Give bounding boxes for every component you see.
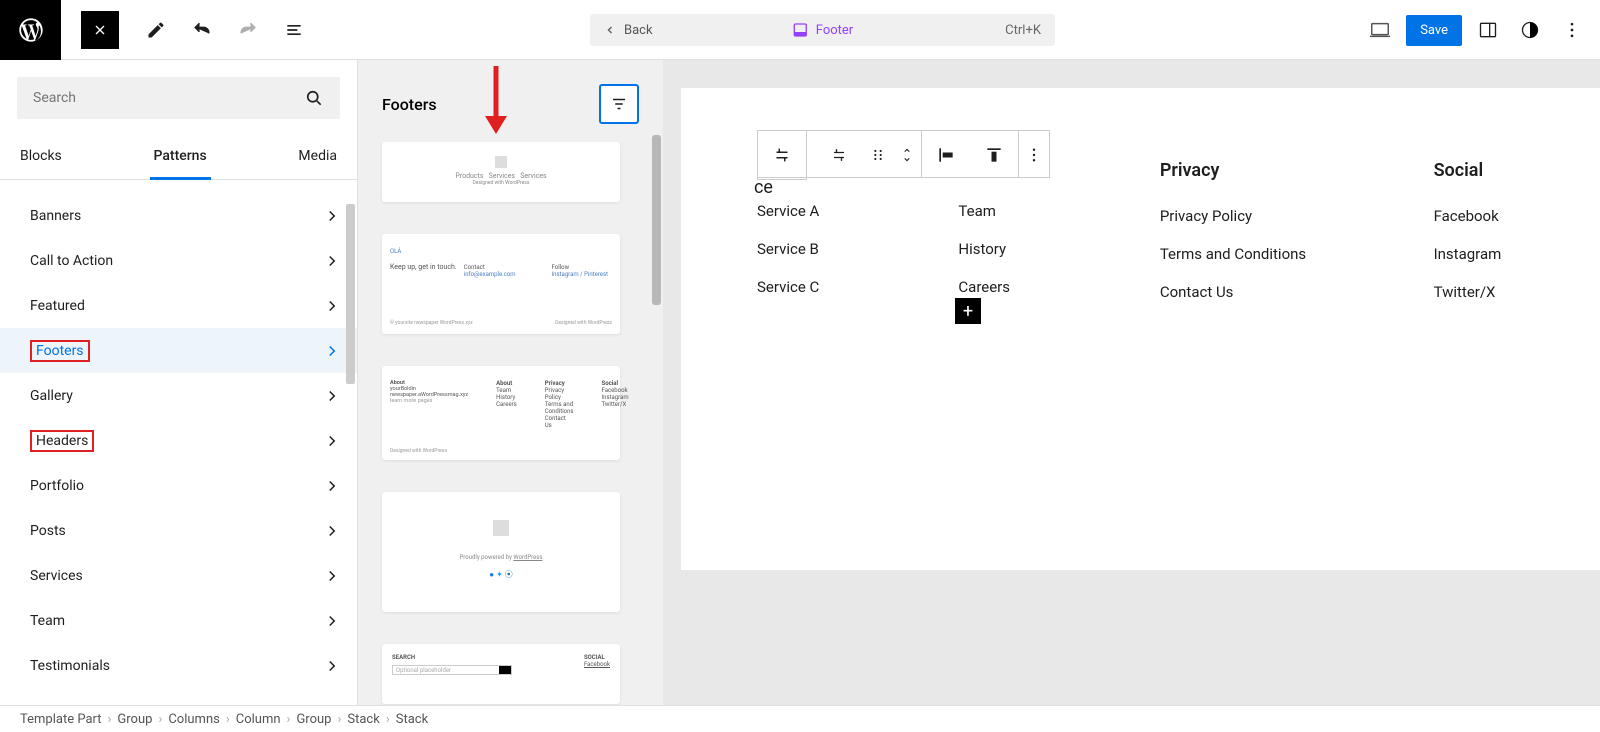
footer-section-icon xyxy=(792,22,808,38)
filter-icon xyxy=(610,95,628,113)
chevron-right-icon xyxy=(323,297,341,315)
drag-handle-icon[interactable] xyxy=(863,131,893,179)
bc-item[interactable]: Column xyxy=(236,712,281,727)
wordpress-logo[interactable] xyxy=(0,0,61,60)
chevron-right-icon xyxy=(323,342,341,360)
bc-item[interactable]: Stack xyxy=(396,712,428,727)
bc-item[interactable]: Stack xyxy=(347,712,379,727)
cat-team[interactable]: Team xyxy=(0,598,357,643)
device-preview-icon[interactable] xyxy=(1364,14,1396,46)
cat-featured[interactable]: Featured xyxy=(0,283,357,328)
nav-link[interactable]: Privacy Policy xyxy=(1160,207,1314,225)
list-view-icon[interactable] xyxy=(275,11,313,49)
chevron-right-icon xyxy=(323,522,341,540)
cat-headers[interactable]: Headers xyxy=(0,418,357,463)
nav-link[interactable]: Twitter/X xyxy=(1434,283,1524,301)
redo-icon[interactable] xyxy=(229,11,267,49)
pattern-thumb[interactable]: OLÁ Keep up, get in touch. Contactinfo@e… xyxy=(382,234,620,334)
nav-link[interactable]: Instagram xyxy=(1434,245,1524,263)
command-shortcut: Ctrl+K xyxy=(1005,23,1041,38)
cat-gallery[interactable]: Gallery xyxy=(0,373,357,418)
parent-block-icon[interactable] xyxy=(815,131,863,179)
cat-about[interactable]: About xyxy=(0,180,357,193)
document-title-bar[interactable]: Back Footer Ctrl+K xyxy=(590,14,1055,46)
cat-posts[interactable]: Posts xyxy=(0,508,357,553)
chevron-right-icon xyxy=(323,477,341,495)
scrollbar[interactable] xyxy=(652,135,661,305)
nav-link[interactable]: Service A xyxy=(757,202,838,220)
column-heading[interactable]: Privacy xyxy=(1160,160,1314,181)
cat-services[interactable]: Services xyxy=(0,553,357,598)
pattern-thumb[interactable]: AboutyourBoldin newspaper.aWordPressmag.… xyxy=(382,366,620,460)
move-updown[interactable] xyxy=(893,131,921,179)
cat-footers[interactable]: Footers xyxy=(0,328,357,373)
nav-link[interactable]: Service C xyxy=(757,278,838,296)
back-label: Back xyxy=(624,23,653,38)
undo-icon[interactable] xyxy=(183,11,221,49)
tab-blocks[interactable]: Blocks xyxy=(16,136,66,180)
nav-link[interactable]: History xyxy=(958,240,1039,258)
bc-item[interactable]: Group xyxy=(117,712,152,727)
pattern-thumb[interactable]: Proudly powered by WordPress ● ✦ ⦿ xyxy=(382,492,620,612)
heading-peek: ce xyxy=(754,177,773,198)
nav-link[interactable]: Terms and Conditions xyxy=(1160,245,1314,263)
cat-portfolio[interactable]: Portfolio xyxy=(0,463,357,508)
nav-link[interactable]: Contact Us xyxy=(1160,283,1314,301)
bc-item[interactable]: Group xyxy=(296,712,331,727)
chevron-right-icon xyxy=(323,252,341,270)
cat-banners[interactable]: Banners xyxy=(0,193,357,238)
panel-title: Footers xyxy=(382,95,437,114)
pattern-thumb[interactable]: SEARCHOptional placeholderSOCIALFacebook xyxy=(382,644,620,704)
nav-link[interactable]: Facebook xyxy=(1434,207,1524,225)
inserter-panel: Blocks Patterns Media About Banners Call… xyxy=(0,60,358,705)
bc-item[interactable]: Columns xyxy=(168,712,220,727)
nav-link[interactable]: Careers xyxy=(958,278,1039,296)
block-toolbar xyxy=(757,130,1050,178)
breadcrumb: Template Part› Group› Columns› Column› G… xyxy=(0,705,1600,732)
editor-canvas[interactable]: ce Service A Service B Service C Team Hi… xyxy=(663,60,1600,705)
tab-media[interactable]: Media xyxy=(294,136,341,180)
filter-button[interactable] xyxy=(599,84,639,124)
doc-title: Footer xyxy=(816,23,853,38)
patterns-preview-panel: Footers Products Services Services Desig… xyxy=(358,60,663,705)
close-button[interactable] xyxy=(81,11,119,49)
save-button[interactable]: Save xyxy=(1406,15,1462,46)
tab-patterns[interactable]: Patterns xyxy=(150,136,211,180)
block-type-icon[interactable] xyxy=(758,131,806,179)
chevron-right-icon xyxy=(323,432,341,450)
styles-icon[interactable] xyxy=(1514,14,1546,46)
chevron-right-icon xyxy=(323,387,341,405)
more-options-icon[interactable] xyxy=(1019,131,1049,179)
chevron-right-icon xyxy=(323,207,341,225)
chevron-left-icon xyxy=(604,24,616,36)
chevron-right-icon xyxy=(323,657,341,675)
options-icon[interactable] xyxy=(1556,14,1588,46)
cat-testimonials[interactable]: Testimonials xyxy=(0,643,357,688)
bc-item[interactable]: Template Part xyxy=(20,712,102,727)
nav-link[interactable]: Team xyxy=(958,202,1039,220)
chevron-right-icon xyxy=(323,567,341,585)
scrollbar[interactable] xyxy=(346,184,355,701)
add-block-button[interactable]: + xyxy=(955,298,981,324)
pattern-thumb[interactable]: Products Services Services Designed with… xyxy=(382,142,620,202)
search-input[interactable] xyxy=(17,77,340,119)
cat-cta[interactable]: Call to Action xyxy=(0,238,357,283)
edit-icon[interactable] xyxy=(137,11,175,49)
sidebar-toggle-icon[interactable] xyxy=(1472,14,1504,46)
vertical-align-icon[interactable] xyxy=(970,131,1018,179)
column-heading[interactable]: Social xyxy=(1434,160,1524,181)
search-icon xyxy=(304,88,324,108)
chevron-right-icon xyxy=(323,612,341,630)
nav-link[interactable]: Service B xyxy=(757,240,838,258)
align-icon[interactable] xyxy=(922,131,970,179)
